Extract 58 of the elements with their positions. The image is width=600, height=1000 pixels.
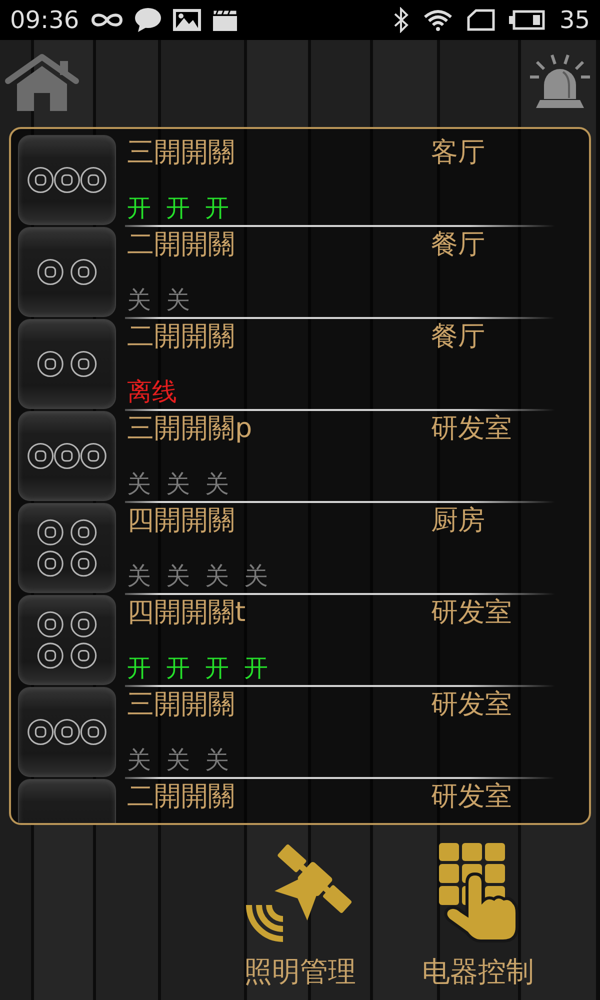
switch-state: 关 [205,562,229,590]
device-name: 二開開關 [127,780,236,813]
device-name: 三開開關p [127,412,254,445]
bluetooth-icon [393,7,410,33]
wall-switch-icon[interactable] [18,411,116,501]
switch-state: 开 [127,654,151,682]
device-name: 四開開關t [127,596,247,629]
home-icon[interactable] [4,53,80,113]
nav-button[interactable]: 电器控制 [403,841,553,991]
switch-state: 开 [205,654,229,682]
battery-percent: 35 [559,6,590,34]
nav-button[interactable]: 照明管理 [225,841,375,991]
device-name: 二開開關 [127,228,236,261]
device-name: 四開開關 [127,504,236,537]
device-name: 三開開關 [127,688,236,721]
room-name: 研发室 [431,780,513,813]
switch-state: 关 [244,562,268,590]
device-name: 三開開關 [127,136,236,169]
sim-card-icon [467,9,496,31]
image-icon [173,9,202,31]
wall-switch-icon[interactable] [18,227,116,317]
room-name: 餐厅 [431,320,486,353]
status-time: 09:36 [10,6,80,34]
room-name: 研发室 [431,412,513,445]
hand-keypad-icon [437,841,519,943]
switch-state: 关 [127,286,151,314]
switch-state: 关 [205,746,229,774]
device-name: 二開開關 [127,320,236,353]
wall-switch-icon[interactable] [18,595,116,685]
switch-state: 关 [166,286,190,314]
chat-bubble-icon [135,8,162,32]
alarm-light-icon[interactable] [528,53,592,109]
switch-state: 开 [205,194,229,222]
battery-icon [509,10,546,30]
wall-switch-icon[interactable] [18,503,116,593]
switch-state: 关 [166,562,190,590]
room-name: 研发室 [431,688,513,721]
room-name: 客厅 [431,136,486,169]
switch-state: 关 [166,470,190,498]
offline-status: 离线 [127,378,177,406]
switch-state: 开 [166,654,190,682]
clapperboard-icon [213,9,238,31]
wall-switch-icon[interactable] [18,687,116,777]
switch-state: 开 [127,194,151,222]
room-name: 厨房 [431,504,486,537]
room-name: 餐厅 [431,228,486,261]
room-name: 研发室 [431,596,513,629]
switch-state: 开 [166,194,190,222]
switch-state: 关 [127,470,151,498]
infinity-icon [91,12,124,28]
wall-switch-icon[interactable] [18,135,116,225]
wall-switch-icon[interactable] [18,319,116,409]
switch-state: 关 [166,746,190,774]
switch-state: 关 [205,470,229,498]
switch-state: 关 [127,562,151,590]
switch-state: 关 [127,746,151,774]
switch-state: 开 [244,654,268,682]
wifi-icon [423,9,454,31]
